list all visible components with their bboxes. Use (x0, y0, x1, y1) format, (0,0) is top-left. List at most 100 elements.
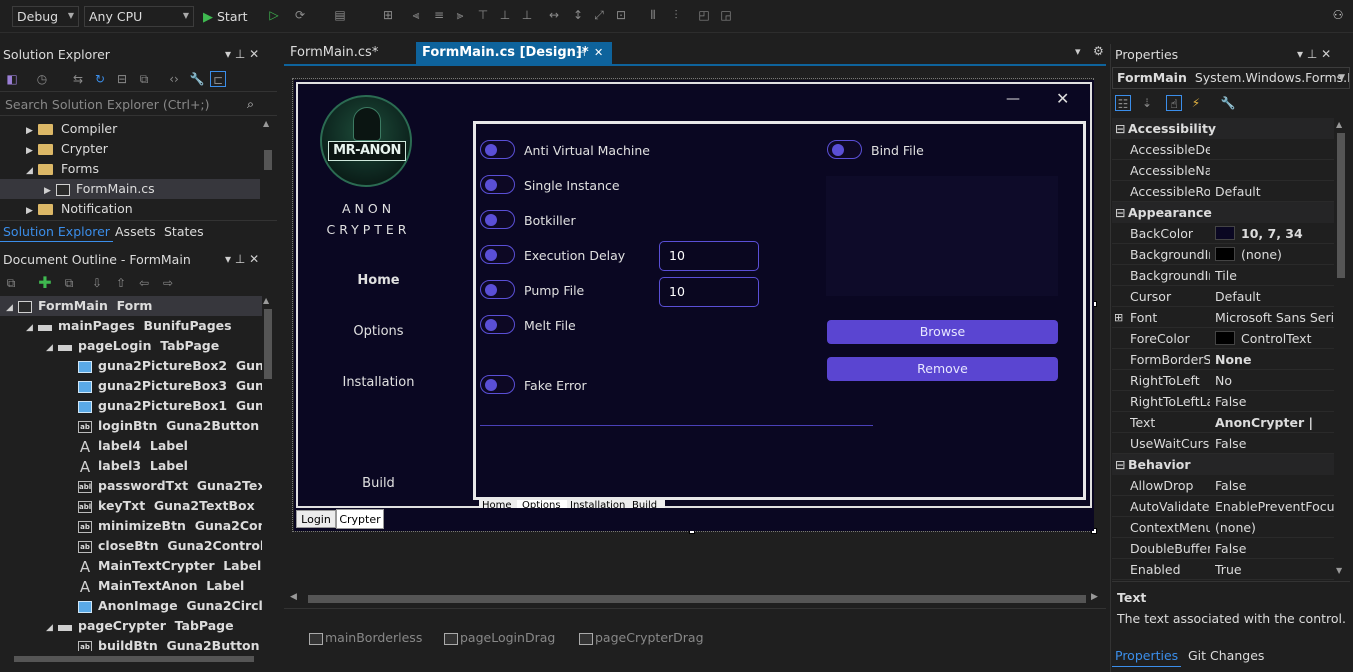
duplicate-icon[interactable]: ⧉ (61, 275, 77, 291)
hot-reload-icon[interactable]: ⟳ (292, 7, 308, 23)
categorized-icon[interactable]: ☷ (1115, 95, 1131, 111)
preview-icon[interactable]: ⊏ (210, 71, 226, 87)
same-width-icon[interactable]: ↔ (546, 7, 562, 23)
execution-delay-input[interactable]: 10 (659, 241, 759, 271)
close-button[interactable]: ✕ (1056, 89, 1069, 108)
component-pagelogindrag[interactable]: pageLoginDrag (444, 630, 555, 645)
inner-tab-home[interactable]: Home (479, 500, 517, 508)
collapse-icon[interactable]: ◢ (26, 318, 38, 338)
outline-item[interactable]: ab loginBtn Guna2Button (0, 416, 259, 436)
collapse-icon[interactable]: ◢ (46, 618, 58, 638)
align-center-icon[interactable]: ≡ (431, 7, 447, 23)
property-row[interactable]: BackColor 10, 7, 34 (1112, 223, 1334, 244)
tab-assets[interactable]: Assets (115, 221, 156, 242)
add-icon[interactable]: ✚ (37, 275, 53, 291)
history-icon[interactable]: ◷ (34, 71, 50, 87)
inner-tab-options[interactable]: Options (517, 500, 567, 508)
nav-home[interactable]: Home (296, 273, 461, 288)
expand-icon[interactable]: ⊞ (1114, 307, 1123, 328)
tab-git-changes[interactable]: Git Changes (1188, 645, 1264, 667)
property-row[interactable]: AutoValidate EnablePreventFocus (1112, 496, 1334, 517)
category-behavior[interactable]: ⊟ Behavior (1112, 454, 1334, 475)
align-top-icon[interactable]: ⊤ (475, 7, 491, 23)
toggle-pump-file[interactable] (480, 280, 515, 299)
pin-icon[interactable]: ⊥ (235, 252, 245, 266)
size-to-grid-icon[interactable]: ⊡ (613, 7, 629, 23)
show-all-files-icon[interactable]: ⧉ (136, 71, 152, 87)
property-row[interactable]: ContextMenuS (none) (1112, 517, 1334, 538)
outline-item[interactable]: ab minimizeBtn Guna2Contro (0, 516, 262, 536)
pin-icon[interactable]: ⊣ (576, 42, 586, 64)
properties-scrollbar[interactable]: ▲ ▼ (1336, 120, 1346, 580)
configuration-dropdown[interactable]: Debug ▼ (12, 6, 79, 27)
vs-icon[interactable]: ◧ (4, 71, 20, 87)
tab-states[interactable]: States (164, 221, 204, 242)
scrollbar[interactable]: ▲ (263, 119, 273, 219)
refresh-icon[interactable]: ↻ (92, 71, 108, 87)
collapse-icon[interactable]: ◢ (6, 298, 18, 318)
toggle-execution-delay[interactable] (480, 245, 515, 264)
category-appearance[interactable]: ⊟ Appearance (1112, 202, 1334, 223)
collapse-icon[interactable]: ⊟ (1112, 454, 1128, 475)
settings-icon[interactable]: ⚙ (1093, 44, 1104, 58)
toggle-fake-error[interactable] (480, 375, 515, 394)
tree-item-forms[interactable]: ◢ Forms (0, 159, 99, 179)
tree-item-crypter[interactable]: ▶ Crypter (0, 139, 108, 159)
minimize-button[interactable]: — (1006, 91, 1020, 107)
align-right-icon[interactable]: ⫸ (452, 7, 468, 23)
align-middle-icon[interactable]: ⊥ (497, 7, 513, 23)
outline-item[interactable]: abl keyTxt Guna2TextBox (0, 496, 255, 516)
dropdown-icon[interactable]: ▾ (1297, 47, 1303, 61)
inner-tab-installation[interactable]: Installation (567, 500, 627, 508)
outline-item[interactable]: Alabel3 Label (0, 456, 188, 476)
move-up-icon[interactable]: ⇧ (113, 275, 129, 291)
account-icon[interactable]: ⚇ (1330, 7, 1346, 23)
page-tab-crypter[interactable]: Crypter (336, 509, 384, 529)
outline-item[interactable]: guna2PictureBox2 Guna2P (0, 356, 262, 376)
platform-dropdown[interactable]: Any CPU ▼ (84, 6, 194, 27)
outline-item-formmain[interactable]: ◢ FormMain Form (0, 296, 262, 316)
close-icon[interactable]: ✕ (249, 47, 259, 61)
layout-icon[interactable]: ▤ (332, 7, 348, 23)
outline-item[interactable]: guna2PictureBox1 Guna2P (0, 396, 262, 416)
horizontal-scrollbar[interactable] (0, 653, 277, 665)
property-row[interactable]: ForeColor ControlText (1112, 328, 1334, 349)
component-mainborderless[interactable]: mainBorderless (309, 630, 422, 645)
outline-item[interactable]: A MainTextAnon Label (0, 576, 244, 596)
same-height-icon[interactable]: ↕ (570, 7, 586, 23)
move-left-icon[interactable]: ⇦ (136, 275, 152, 291)
outline-item[interactable]: A MainTextCrypter Label (0, 556, 261, 576)
remove-button[interactable]: Remove (827, 357, 1058, 381)
toggle-botkiller[interactable] (480, 210, 515, 229)
property-row[interactable]: FormBorderSt None (1112, 349, 1334, 370)
collapse-icon[interactable]: ◢ (26, 161, 38, 181)
dropdown-icon[interactable]: ▾ (225, 47, 231, 61)
start-button[interactable]: ▶ Start (203, 6, 248, 27)
property-row[interactable]: Text AnonCrypter | (1112, 412, 1334, 433)
pin-icon[interactable]: ⊥ (235, 47, 245, 61)
align-bottom-icon[interactable]: ⊥ (519, 7, 535, 23)
same-size-icon[interactable]: ⤢ (591, 7, 607, 23)
toggle-bind-file[interactable] (827, 140, 862, 159)
start-without-debugging-icon[interactable]: ▷ (266, 7, 282, 23)
events-icon[interactable]: ⚡ (1188, 95, 1204, 111)
collapse-all-icon[interactable]: ⊟ (114, 71, 130, 87)
scroll-thumb[interactable] (308, 595, 1086, 603)
move-right-icon[interactable]: ⇨ (160, 275, 176, 291)
page-tab-login[interactable]: Login (296, 510, 336, 528)
align-grid-icon[interactable]: ⊞ (380, 7, 396, 23)
property-row[interactable]: UseWaitCurso False (1112, 433, 1334, 454)
sync-icon[interactable]: ⇆ (70, 71, 86, 87)
property-row[interactable]: AllowDrop False (1112, 475, 1334, 496)
outline-item[interactable]: ab buildBtn Guna2Button (0, 636, 260, 651)
property-row[interactable]: AccessibleDes (1112, 139, 1334, 160)
scrollbar[interactable]: ▲ (263, 296, 273, 651)
inner-tab-build[interactable]: Build (627, 500, 665, 508)
outline-item[interactable]: abl passwordTxt Guna2TextBo (0, 476, 262, 496)
object-selector[interactable]: FormMain System.Windows.Forms.Fo ▼ (1112, 67, 1350, 89)
browse-button[interactable]: Browse (827, 320, 1058, 344)
send-to-back-icon[interactable]: ◲ (718, 7, 734, 23)
collapse-icon[interactable]: ◢ (46, 338, 58, 358)
properties-icon[interactable]: ☝ (1166, 95, 1182, 111)
category-accessibility[interactable]: ⊟ Accessibility (1112, 118, 1334, 139)
